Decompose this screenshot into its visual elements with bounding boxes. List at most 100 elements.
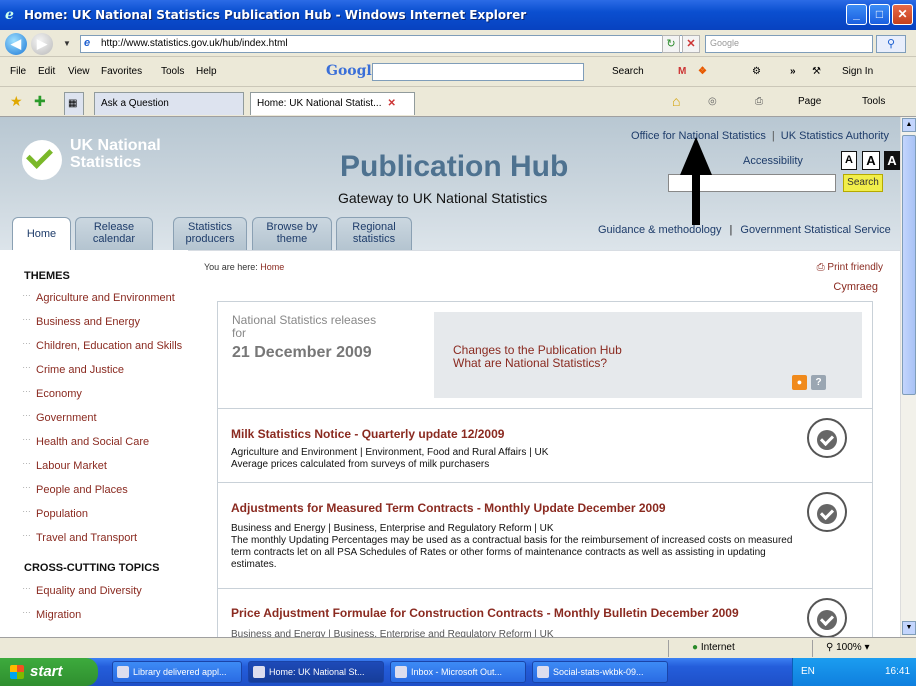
quick-tabs-icon[interactable]: ▦	[64, 92, 84, 115]
sidebar-item-equality[interactable]: Equality and Diversity	[22, 581, 142, 597]
address-toolbar: ◀ ▶ ▼ e http://www.statistics.gov.uk/hub…	[0, 30, 916, 57]
google-search-button[interactable]: Search	[612, 66, 644, 77]
tab-ask-question[interactable]: Ask a Question	[94, 92, 244, 115]
status-bar: ● Internet ⚲ 100% ▾	[0, 637, 916, 658]
nav-tab-regional-statistics[interactable]: Regional statistics	[336, 217, 412, 250]
google-sign-in[interactable]: Sign In	[842, 66, 873, 77]
ns-logo-icon[interactable]	[22, 140, 62, 180]
sidebar-item-economy[interactable]: Economy	[22, 384, 82, 400]
sidebar-item-business[interactable]: Business and Energy	[22, 312, 140, 328]
language-indicator[interactable]: EN	[801, 666, 815, 677]
gss-link[interactable]: Government Statistical Service	[740, 224, 890, 236]
sidebar-item-health[interactable]: Health and Social Care	[22, 432, 149, 448]
scroll-thumb[interactable]	[902, 135, 916, 395]
add-favorites-icon[interactable]: ✚	[34, 93, 46, 110]
taskbar-item[interactable]: Home: UK National St...	[248, 661, 384, 683]
site-logo-text[interactable]: UK National Statistics	[70, 137, 190, 171]
tools-menu[interactable]: Tools	[862, 96, 885, 107]
home-icon[interactable]: ⌂	[672, 93, 680, 109]
scroll-up-icon[interactable]: ▲	[902, 118, 916, 132]
maximize-button[interactable]: □	[869, 4, 890, 25]
vertical-scrollbar[interactable]: ▲ ▼	[900, 117, 916, 637]
sidebar-item-population[interactable]: Population	[22, 504, 88, 520]
taskbar: start Library delivered appl... Home: UK…	[0, 658, 916, 686]
nav-tab-home[interactable]: Home	[12, 217, 71, 250]
sidebar-item-travel[interactable]: Travel and Transport	[22, 528, 137, 544]
page-title: Publication Hub	[340, 150, 569, 183]
page-menu[interactable]: Page	[798, 96, 821, 107]
tab-close-icon[interactable]: ✕	[388, 98, 396, 109]
tab-publication-hub[interactable]: Home: UK National Statist... ✕	[250, 92, 415, 115]
print-icon[interactable]: ⎙	[755, 96, 763, 107]
menu-view[interactable]: View	[68, 66, 90, 77]
close-button[interactable]: ✕	[892, 4, 913, 25]
sidebar-item-crime[interactable]: Crime and Justice	[22, 360, 124, 376]
search-icon[interactable]: ⚲	[876, 35, 906, 53]
accessibility-link[interactable]: Accessibility	[743, 155, 803, 167]
release-title-link[interactable]: Milk Statistics Notice - Quarterly updat…	[231, 427, 504, 441]
changes-link[interactable]: Changes to the Publication Hub	[453, 343, 622, 357]
nav-tab-statistics-producers[interactable]: Statistics producers	[173, 217, 247, 250]
info-box: Changes to the Publication Hub What are …	[434, 312, 862, 398]
rss-icon[interactable]: ●	[792, 375, 807, 390]
taskbar-item[interactable]: Inbox - Microsoft Out...	[390, 661, 526, 683]
release-title-link[interactable]: Adjustments for Measured Term Contracts …	[231, 501, 666, 515]
print-friendly-link[interactable]: ⎙ Print friendly	[817, 262, 883, 273]
forward-button[interactable]: ▶	[31, 33, 53, 55]
release-title-link[interactable]: Price Adjustment Formulae for Constructi…	[231, 606, 739, 620]
minimize-button[interactable]: _	[846, 4, 867, 25]
releases-panel: National Statistics releases for 21 Dece…	[217, 301, 873, 637]
annotation-arrow-icon	[680, 137, 712, 175]
release-item: Milk Statistics Notice - Quarterly updat…	[218, 408, 872, 482]
menu-file[interactable]: File	[10, 66, 26, 77]
orkut-icon[interactable]: ❖	[698, 66, 707, 77]
sidebar-item-children[interactable]: Children, Education and Skills	[22, 336, 182, 352]
excel-icon	[537, 666, 549, 678]
back-button[interactable]: ◀	[5, 33, 27, 55]
toolbar-overflow-icon[interactable]: »	[790, 66, 796, 77]
zoom-level[interactable]: ⚲ 100% ▾	[826, 642, 870, 653]
taskbar-item[interactable]: Social-stats-wkbk-09...	[532, 661, 668, 683]
site-search-button[interactable]: Search	[843, 174, 883, 192]
what-are-ns-link[interactable]: What are National Statistics?	[453, 356, 607, 370]
sidebar-item-government[interactable]: Government	[22, 408, 97, 424]
national-statistics-badge-icon	[807, 418, 847, 458]
taskbar-item[interactable]: Library delivered appl...	[112, 661, 242, 683]
favorites-star-icon[interactable]: ★	[10, 93, 23, 110]
menu-tools[interactable]: Tools	[161, 66, 184, 77]
start-button[interactable]: start	[0, 658, 98, 686]
address-field[interactable]: e http://www.statistics.gov.uk/hub/index…	[80, 35, 700, 53]
guidance-link[interactable]: Guidance & methodology	[598, 224, 722, 236]
themes-heading: THEMES	[24, 270, 70, 282]
nav-tab-release-calendar[interactable]: Release calendar	[75, 217, 153, 250]
more-tools-icon[interactable]: ⚙	[752, 66, 761, 77]
menu-edit[interactable]: Edit	[38, 66, 55, 77]
menu-favorites[interactable]: Favorites	[101, 66, 142, 77]
text-size-medium-button[interactable]: A	[862, 151, 880, 170]
live-search-input[interactable]: Google	[705, 35, 873, 53]
high-contrast-button[interactable]: A	[884, 151, 900, 170]
cymraeg-link[interactable]: Cymraeg	[833, 281, 878, 293]
gmail-icon[interactable]: M	[678, 66, 686, 77]
release-category: Business and Energy | Business, Enterpri…	[231, 523, 554, 534]
history-dropdown-icon[interactable]: ▼	[63, 39, 71, 48]
feeds-icon[interactable]: ◎	[708, 96, 717, 107]
text-size-small-button[interactable]: A	[841, 151, 857, 170]
breadcrumb-home-link[interactable]: Home	[260, 262, 284, 272]
statistics-authority-link[interactable]: UK Statistics Authority	[781, 130, 889, 142]
menu-help[interactable]: Help	[196, 66, 217, 77]
sidebar-item-labour[interactable]: Labour Market	[22, 456, 107, 472]
menu-bar: File Edit View Favorites Tools Help Goog…	[0, 57, 916, 87]
stop-icon[interactable]: ✕	[682, 35, 700, 53]
sidebar-item-agriculture[interactable]: Agriculture and Environment	[22, 288, 175, 304]
annotation-arrow-shaft	[692, 173, 700, 225]
google-toolbar-search-input[interactable]	[372, 63, 584, 81]
wrench-icon[interactable]: ⚒	[812, 66, 821, 77]
web-page: UK National Statistics Publication Hub G…	[0, 117, 900, 637]
refresh-icon[interactable]: ↻	[662, 35, 680, 53]
scroll-down-icon[interactable]: ▼	[902, 621, 916, 635]
nav-tab-browse-by-theme[interactable]: Browse by theme	[252, 217, 332, 250]
sidebar-item-people[interactable]: People and Places	[22, 480, 128, 496]
help-icon[interactable]: ?	[811, 375, 826, 390]
sidebar-item-migration[interactable]: Migration	[22, 605, 81, 621]
